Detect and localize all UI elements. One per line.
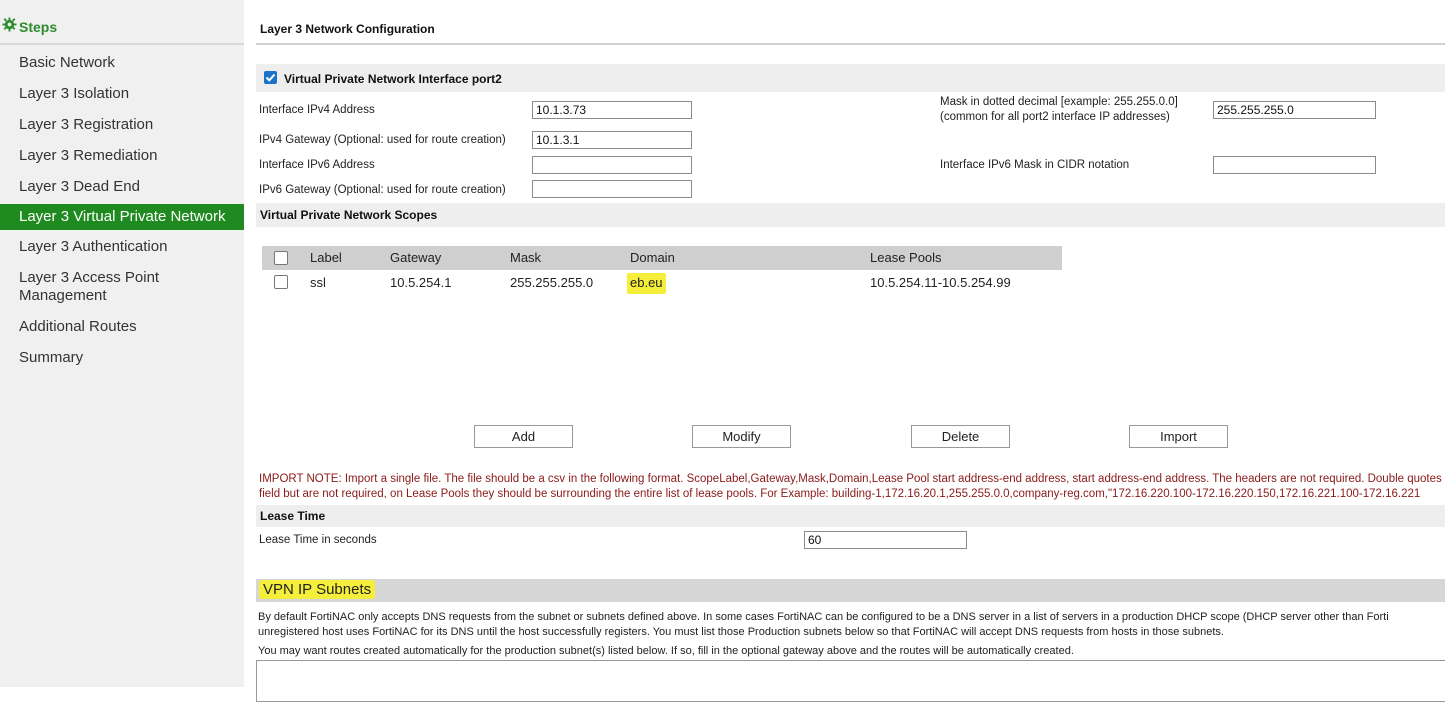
production-subnets-textarea[interactable] <box>256 660 1445 702</box>
vpn-desc-line2: unregistered host uses FortiNAC for its … <box>258 626 1224 638</box>
nav-layer3-vpn[interactable]: Layer 3 Virtual Private Network <box>0 204 244 230</box>
title-divider <box>256 43 1445 45</box>
column-label: Label <box>310 250 342 265</box>
main-panel: Layer 3 Network Configuration Virtual Pr… <box>244 0 1445 702</box>
nav-layer3-dead-end[interactable]: Layer 3 Dead End <box>0 178 244 196</box>
steps-sidebar: Steps Basic Network Layer 3 Isolation La… <box>0 0 244 687</box>
ipv4-gateway-input[interactable] <box>532 131 692 149</box>
scopes-table-header: Label Gateway Mask Domain Lease Pools <box>262 246 1062 270</box>
ipv4-address-input[interactable] <box>532 101 692 119</box>
vpn-interface-checkbox[interactable] <box>264 71 277 84</box>
page-title: Layer 3 Network Configuration <box>260 22 435 36</box>
steps-title: Steps <box>19 19 58 35</box>
row-mask: 255.255.255.0 <box>510 275 594 290</box>
row-lease-pools: 10.5.254.11-10.5.254.99 <box>870 275 1011 290</box>
row-checkbox[interactable] <box>274 275 288 289</box>
vpn-desc-line1: By default FortiNAC only accepts DNS req… <box>258 611 1389 623</box>
column-mask: Mask <box>510 250 542 265</box>
column-domain: Domain <box>630 250 675 265</box>
steps-header: Steps <box>0 13 244 45</box>
ipv4-label: Interface IPv4 Address <box>259 104 375 116</box>
row-gateway: 10.5.254.1 <box>390 275 452 290</box>
mask-label-line2: (common for all port2 interface IP addre… <box>940 111 1170 123</box>
scopes-title: Virtual Private Network Scopes <box>260 208 438 222</box>
vpn-subnets-title: VPN IP Subnets <box>259 580 376 599</box>
nav-layer3-remediation[interactable]: Layer 3 Remediation <box>0 147 244 165</box>
nav-layer3-registration[interactable]: Layer 3 Registration <box>0 116 244 134</box>
modify-button[interactable]: Modify <box>692 425 791 448</box>
ipv6-label: Interface IPv6 Address <box>259 159 375 171</box>
ipv6-mask-label: Interface IPv6 Mask in CIDR notation <box>940 159 1130 171</box>
row-label: ssl <box>310 275 326 290</box>
ipv4-gateway-label: IPv4 Gateway (Optional: used for route c… <box>259 134 506 146</box>
import-button[interactable]: Import <box>1129 425 1228 448</box>
import-note-line2: field but are not required, on Lease Poo… <box>259 488 1421 500</box>
select-all-checkbox[interactable] <box>274 251 288 265</box>
ipv6-mask-input[interactable] <box>1213 156 1376 174</box>
column-lease-pools: Lease Pools <box>870 250 942 265</box>
vpn-desc-line3: You may want routes created automaticall… <box>258 645 1074 657</box>
ipv6-gateway-input[interactable] <box>532 180 692 198</box>
import-note-line1: IMPORT NOTE: Import a single file. The f… <box>259 473 1442 485</box>
nav-basic-network[interactable]: Basic Network <box>0 54 244 72</box>
scopes-band: Virtual Private Network Scopes <box>256 203 1445 227</box>
nav-layer3-access-point-management[interactable]: Layer 3 Access Point Management <box>0 269 190 305</box>
vpn-interface-label: Virtual Private Network Interface port2 <box>284 72 502 86</box>
lease-time-label: Lease Time in seconds <box>259 534 377 546</box>
import-note: IMPORT NOTE: Import a single file. The f… <box>259 472 1445 502</box>
row-domain: eb.eu <box>627 273 666 294</box>
nav-layer3-isolation[interactable]: Layer 3 Isolation <box>0 85 244 103</box>
lease-time-input[interactable] <box>804 531 967 549</box>
add-button[interactable]: Add <box>474 425 573 448</box>
mask-label-line1: Mask in dotted decimal [example: 255.255… <box>940 96 1178 108</box>
interface-band: Virtual Private Network Interface port2 <box>256 64 1445 92</box>
nav-summary[interactable]: Summary <box>0 349 244 367</box>
delete-button[interactable]: Delete <box>911 425 1010 448</box>
nav-layer3-authentication[interactable]: Layer 3 Authentication <box>0 238 244 256</box>
vpn-subnets-band: VPN IP Subnets <box>256 579 1445 602</box>
ipv6-address-input[interactable] <box>532 156 692 174</box>
checkmark-icon <box>265 73 276 82</box>
nav-additional-routes[interactable]: Additional Routes <box>0 318 244 336</box>
lease-time-title: Lease Time <box>260 509 326 523</box>
mask-input[interactable] <box>1213 101 1376 119</box>
column-gateway: Gateway <box>390 250 442 265</box>
gear-icon <box>2 17 18 33</box>
ipv6-gateway-label: IPv6 Gateway (Optional: used for route c… <box>259 184 506 196</box>
lease-time-band: Lease Time <box>256 505 1445 527</box>
